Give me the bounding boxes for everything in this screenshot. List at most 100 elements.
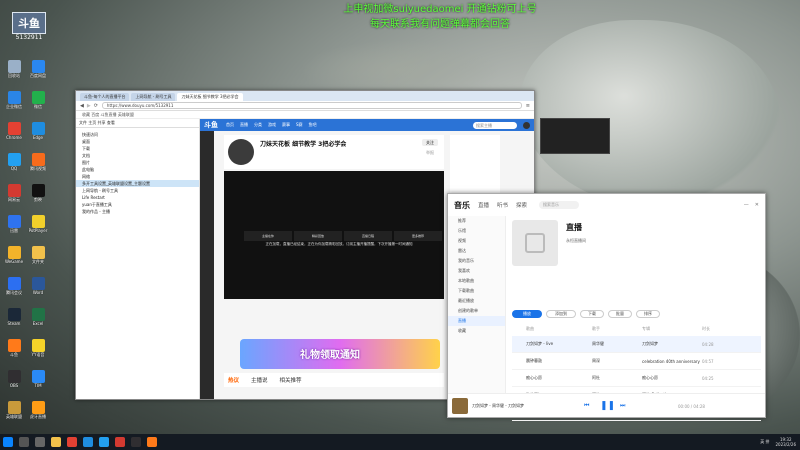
tree-item[interactable]: 网络	[76, 173, 199, 180]
browser-tab[interactable]: 上网导航 - 刷号工具	[131, 93, 176, 101]
desktop-icon[interactable]: Excel	[27, 308, 49, 326]
music-sidebar-item[interactable]: 视频	[448, 236, 505, 246]
forward-icon[interactable]: ▶	[87, 103, 91, 109]
tree-item[interactable]: 桌面	[76, 138, 199, 145]
tree-item[interactable]: Life Restart	[76, 194, 199, 201]
next-icon[interactable]: ⏭	[620, 400, 630, 412]
input-method[interactable]: 英 拼	[760, 439, 769, 445]
music-sidebar-item[interactable]: 直播	[448, 316, 505, 326]
task-view-icon[interactable]	[35, 437, 45, 447]
obs-icon[interactable]	[131, 437, 141, 447]
desktop-icon[interactable]: 网易云	[3, 184, 25, 202]
music-sidebar-item[interactable]: 最近播放	[448, 296, 505, 306]
col-artist[interactable]: 歌手	[592, 326, 642, 334]
now-playing-art[interactable]	[452, 398, 468, 414]
music-tab-audiobook[interactable]: 听书	[497, 201, 508, 209]
desktop-icon[interactable]: 腾讯会议	[3, 277, 25, 295]
music-sidebar-item[interactable]: 我的音乐	[448, 256, 505, 266]
douyu-logo[interactable]: 斗鱼	[204, 120, 218, 130]
col-album[interactable]: 专辑	[642, 326, 702, 334]
music-sidebar-item[interactable]: 本地歌曲	[448, 276, 505, 286]
close-icon[interactable]: ✕	[755, 202, 759, 208]
music-icon[interactable]	[115, 437, 125, 447]
music-sidebar-item[interactable]: 创建的歌单	[448, 306, 505, 316]
chrome-icon[interactable]	[67, 437, 77, 447]
video-player[interactable]: 主播在休 精彩回放 直播日程 更多推荐 正在加载，直播已经结束，正在为你加载精彩…	[224, 171, 444, 299]
douyu-nav-item[interactable]: 鱼吧	[309, 122, 317, 128]
sort-button[interactable]: 排序	[636, 310, 660, 318]
desktop-icon[interactable]: YY语音	[27, 339, 49, 357]
back-icon[interactable]: ◀	[80, 103, 84, 109]
tree-item[interactable]: 快速访问	[76, 131, 199, 138]
streamer-avatar[interactable]	[228, 139, 254, 165]
desktop-icon[interactable]: 文件夹	[27, 246, 49, 264]
tree-item[interactable]: 图片	[76, 159, 199, 166]
edge-icon[interactable]	[83, 437, 93, 447]
song-row[interactable]: 痴心心愿 阿杜 痴心心愿 04:25	[512, 370, 761, 387]
user-avatar[interactable]	[523, 121, 530, 129]
desktop-icon[interactable]: Steam	[3, 308, 25, 326]
music-sidebar-item[interactable]: 我喜欢	[448, 266, 505, 276]
clock[interactable]: 19:32 2023/2/26	[775, 437, 796, 447]
url-input[interactable]: https://www.douyu.com/5132911	[101, 102, 522, 109]
desktop-icon[interactable]: 腾讯视频	[27, 153, 49, 171]
desktop-icon[interactable]: 虎牙直播	[27, 401, 49, 419]
playlist-owner[interactable]: 永恒直播间	[566, 238, 586, 244]
desktop-icon[interactable]: 微信	[27, 91, 49, 109]
tree-item[interactable]: yuan于直播工具	[76, 201, 199, 208]
desktop-icon[interactable]: 百度网盘	[27, 60, 49, 78]
gift-banner[interactable]: 礼物领取通知	[240, 339, 440, 369]
desktop-icon[interactable]: 企业微信	[3, 91, 25, 109]
desktop-icon[interactable]: 剪映	[27, 184, 49, 202]
song-row[interactable]: 晨钟暮鼓 周深 celebration 40th anniversary 04:57	[512, 353, 761, 370]
tab-related[interactable]: 相关推荐	[280, 376, 302, 384]
douyu-nav-item[interactable]: 直播	[240, 122, 248, 128]
favorites-bar[interactable]: 收藏 百度 斗鱼直播 英雄联盟	[76, 111, 534, 119]
tree-item[interactable]: 上网导航 - 刷号工具	[76, 187, 199, 194]
player-cell[interactable]: 直播日程	[344, 231, 392, 241]
music-sidebar-item[interactable]: 雷达	[448, 246, 505, 256]
previous-icon[interactable]: ⏮	[584, 400, 594, 412]
tree-item[interactable]: 此电脑	[76, 166, 199, 173]
desktop-icon[interactable]: Word	[27, 277, 49, 295]
desktop-icon[interactable]: TIM	[27, 370, 49, 388]
douyu-nav-item[interactable]: 首页	[226, 122, 234, 128]
desktop-icon[interactable]: 英雄联盟	[3, 401, 25, 419]
tree-item[interactable]: 文档	[76, 152, 199, 159]
desktop-icon[interactable]: OBS	[3, 370, 25, 388]
music-sidebar-item[interactable]: 乐馆	[448, 226, 505, 236]
desktop-icon[interactable]: 斗鱼	[3, 339, 25, 357]
tab-streamer-says[interactable]: 主播说	[251, 376, 268, 384]
player-cell[interactable]: 主播在休	[244, 231, 292, 241]
browser-tab[interactable]: 斗鱼-每个人的直播平台	[80, 93, 130, 101]
desktop-icon[interactable]: 迅雷	[3, 215, 25, 233]
refresh-icon[interactable]: ⟳	[94, 103, 98, 109]
music-sidebar-item[interactable]: 下载歌曲	[448, 286, 505, 296]
menu-icon[interactable]: ≡	[526, 103, 530, 109]
tree-item[interactable]: 我的作品 - 主播	[76, 208, 199, 215]
douyu-nav-item[interactable]: 分类	[254, 122, 262, 128]
search-icon[interactable]	[19, 437, 29, 447]
col-title[interactable]: 歌曲	[512, 326, 592, 334]
report-button[interactable]: 举报	[422, 149, 438, 156]
music-tab-live[interactable]: 直播	[478, 201, 489, 209]
add-to-button[interactable]: 添加到	[546, 310, 576, 318]
start-icon[interactable]	[3, 437, 13, 447]
desktop-icon[interactable]: WeGame	[3, 246, 25, 264]
douyu-nav-item[interactable]: 游戏	[268, 122, 276, 128]
floating-tool-panel[interactable]	[540, 118, 610, 154]
desktop-icon[interactable]: QQ	[3, 153, 25, 171]
pause-icon[interactable]: ❚❚	[600, 400, 615, 412]
music-tab-explore[interactable]: 探索	[516, 201, 527, 209]
tab-hot[interactable]: 热议	[228, 376, 239, 384]
download-button[interactable]: 下载	[580, 310, 604, 318]
desktop-icon[interactable]: Chrome	[3, 122, 25, 140]
player-cell[interactable]: 更多推荐	[394, 231, 442, 241]
follow-button[interactable]: 关注	[422, 139, 438, 146]
music-sidebar-item[interactable]: 收藏	[448, 326, 505, 336]
music-tab-music[interactable]: 音乐	[454, 200, 470, 211]
batch-button[interactable]: 批量	[608, 310, 632, 318]
now-playing-title[interactable]: 刀剑如梦 - 周华健 - 刀剑如梦	[472, 403, 524, 409]
douyu-nav-item[interactable]: S赛	[296, 122, 303, 128]
desktop-icon[interactable]: Edge	[27, 122, 49, 140]
